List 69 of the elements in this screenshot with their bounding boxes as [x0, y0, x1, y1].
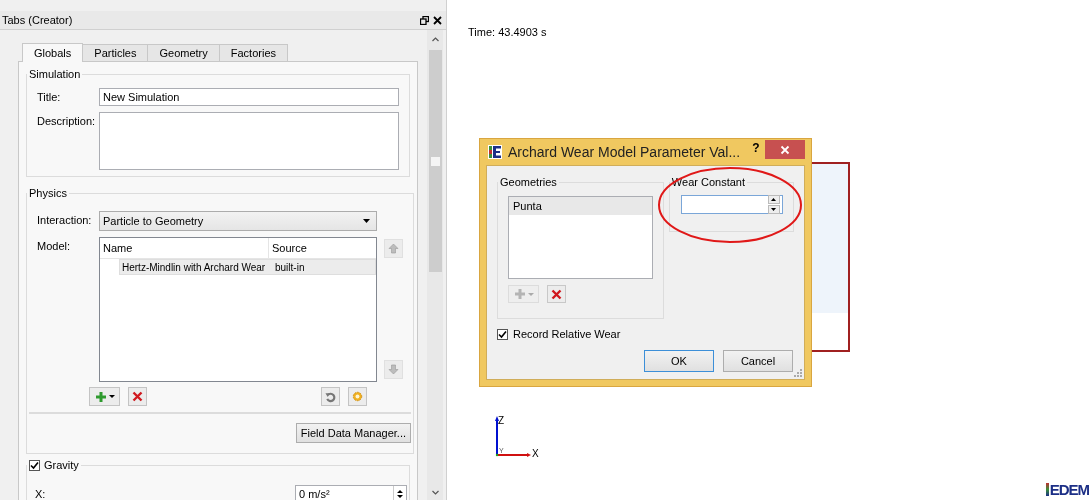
panel-title: Tabs (Creator): [2, 14, 73, 26]
tab[interactable]: Factories: [218, 44, 289, 61]
tab[interactable]: Geometry: [147, 44, 220, 61]
scrollbar[interactable]: [427, 30, 443, 500]
float-icon[interactable]: [420, 15, 429, 25]
scroll-up-icon[interactable]: [430, 35, 440, 44]
reset-button[interactable]: [321, 387, 340, 406]
cancel-button[interactable]: Cancel: [723, 350, 793, 372]
description-field[interactable]: [99, 112, 399, 170]
scroll-thumb[interactable]: [428, 50, 442, 272]
list-item[interactable]: Punta: [509, 197, 652, 215]
group-title: Physics: [28, 187, 68, 199]
field-label: Model:: [37, 239, 72, 252]
gear-icon: [352, 390, 363, 403]
axis-label: Z: [498, 415, 505, 426]
settings-button[interactable]: [348, 387, 367, 406]
table-cell-text: Hertz-Mindlin with Archard Wear: [121, 260, 267, 274]
checkbox-label: Gravity: [44, 459, 79, 471]
plus-icon: [513, 288, 526, 300]
dialog-title: Archard Wear Model Parameter Val...: [508, 144, 741, 160]
column-header[interactable]: Name: [100, 238, 269, 258]
cross-icon: [551, 288, 562, 300]
caret-icon: [527, 292, 534, 296]
circular-arrow-icon: [325, 390, 336, 403]
tab[interactable]: Globals: [22, 43, 84, 62]
group-title: Simulation: [28, 68, 82, 80]
close-icon: [780, 144, 790, 155]
checkbox[interactable]: [497, 328, 508, 340]
delete-button[interactable]: [128, 387, 147, 406]
spin-arrows-icon[interactable]: [396, 490, 403, 498]
time-label: Time: 43.4903 s: [468, 26, 547, 38]
delete-button[interactable]: [547, 285, 566, 303]
up-arrow-icon: [388, 243, 399, 254]
ok-button[interactable]: OK: [644, 350, 714, 372]
add-button[interactable]: [89, 387, 120, 406]
table-cell-text: built-in: [274, 260, 305, 274]
checkbox-label: Record Relative Wear: [513, 328, 621, 340]
checkbox[interactable]: [29, 459, 40, 471]
table-row[interactable]: Hertz-Mindlin with Archard Wear built-in: [119, 259, 376, 275]
caret-icon: [363, 219, 370, 223]
field-label: Description:: [37, 114, 97, 127]
check-icon: [30, 460, 39, 470]
title-field[interactable]: New Simulation: [99, 88, 399, 106]
check-icon: [498, 329, 507, 339]
field-label: Interaction:: [37, 213, 93, 226]
up-arrow-icon[interactable]: [771, 198, 777, 201]
app-logo-icon: [488, 145, 502, 159]
brand-logo: EDEM: [1045, 481, 1089, 498]
gravity-x-field[interactable]: 0 m/s²: [295, 485, 407, 500]
plus-icon: [94, 390, 107, 403]
tab[interactable]: Particles: [82, 44, 149, 61]
down-arrow-icon: [388, 364, 399, 375]
field-data-manager-button[interactable]: Field Data Manager...: [295, 423, 411, 443]
down-arrow-icon[interactable]: [771, 208, 777, 211]
help-button[interactable]: ?: [752, 141, 760, 155]
close-icon[interactable]: [433, 15, 442, 25]
axis-label: X: [532, 448, 539, 459]
interaction-dropdown[interactable]: Particle to Geometry: [99, 211, 377, 231]
caret-icon: [108, 395, 115, 398]
column-header[interactable]: Source: [269, 238, 307, 258]
field-label: Title:: [37, 90, 62, 103]
group-title: Geometries: [499, 176, 558, 188]
field-label: X:: [35, 488, 46, 500]
wear-constant-field[interactable]: [680, 195, 783, 214]
scroll-down-icon[interactable]: [430, 488, 440, 497]
resize-grip-icon[interactable]: [794, 369, 802, 377]
cross-icon: [132, 391, 143, 402]
close-button[interactable]: [765, 140, 805, 159]
axes-drawing: [495, 416, 531, 457]
